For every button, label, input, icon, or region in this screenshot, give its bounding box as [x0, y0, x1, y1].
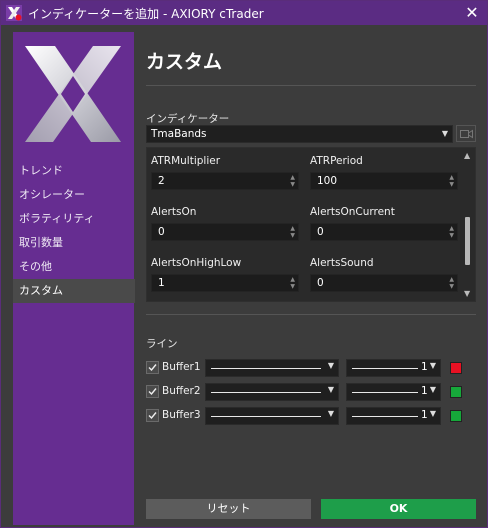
spinner-arrows-icon[interactable]: ▲ ▼	[449, 174, 454, 188]
line-style-select[interactable]: ▼	[205, 407, 339, 425]
param-label: AlertsSound	[310, 257, 374, 269]
line-style-preview	[211, 416, 321, 417]
param-alertsoncurrent-input[interactable]: 0 ▲ ▼	[310, 223, 458, 241]
line-width-preview	[352, 368, 418, 369]
param-label: ATRPeriod	[310, 155, 363, 167]
param-value: 1	[158, 277, 165, 289]
indicator-select-value: TmaBands	[151, 128, 207, 140]
param-label: AlertsOn	[151, 206, 197, 218]
buffer1-checkbox[interactable]	[146, 361, 159, 374]
buffer2-checkbox[interactable]	[146, 385, 159, 398]
chevron-down-icon: ▼	[327, 409, 334, 418]
app-logo-icon	[6, 5, 22, 21]
scroll-up-icon[interactable]: ▲	[464, 151, 470, 160]
sidebar-item-oscillator[interactable]: オシレーター	[13, 183, 134, 207]
color-swatch-red[interactable]	[450, 362, 462, 374]
category-sidebar: トレンド オシレーター ボラティリティ 取引数量 その他 カスタム	[13, 32, 135, 525]
spinner-arrows-icon[interactable]: ▲ ▼	[449, 225, 454, 239]
param-alertsonhighlow-input[interactable]: 1 ▲ ▼	[151, 274, 299, 292]
scroll-down-icon[interactable]: ▼	[464, 289, 470, 298]
line-style-select[interactable]: ▼	[205, 359, 339, 377]
chevron-down-icon: ▼	[327, 385, 334, 394]
sidebar-item-custom[interactable]: カスタム	[13, 279, 135, 303]
line-width-select[interactable]: 1 ▼	[346, 359, 441, 377]
indicator-label: インディケーター	[146, 113, 230, 125]
window-title: インディケーターを追加 - AXIORY cTrader	[28, 7, 264, 21]
camera-icon	[460, 129, 473, 139]
add-indicator-dialog: インディケーターを追加 - AXIORY cTrader ✕ トレンド オシレー…	[0, 0, 488, 528]
divider	[146, 314, 476, 315]
param-value: 0	[317, 277, 324, 289]
param-label: AlertsOnCurrent	[310, 206, 395, 218]
param-value: 100	[317, 175, 338, 187]
ok-button[interactable]: OK	[321, 499, 476, 519]
line-width-preview	[352, 392, 418, 393]
line-width-value: 1	[421, 385, 428, 397]
scrollbar-thumb[interactable]	[465, 217, 470, 265]
reset-button[interactable]: リセット	[146, 499, 311, 519]
line-style-preview	[211, 392, 321, 393]
chevron-down-icon: ▼	[327, 361, 334, 370]
spinner-arrows-icon[interactable]: ▲ ▼	[449, 276, 454, 290]
category-list: トレンド オシレーター ボラティリティ 取引数量 その他 カスタム	[13, 159, 135, 303]
param-atrperiod-input[interactable]: 100 ▲ ▼	[310, 172, 458, 190]
spinner-arrows-icon[interactable]: ▲ ▼	[290, 174, 295, 188]
chevron-down-icon: ▼	[429, 385, 436, 394]
checkmark-icon	[148, 388, 157, 396]
page-title: カスタム	[146, 51, 223, 73]
param-label: AlertsOnHighLow	[151, 257, 242, 269]
chevron-down-icon: ▼	[441, 129, 448, 138]
line-width-value: 1	[421, 361, 428, 373]
line-width-preview	[352, 416, 418, 417]
divider	[146, 85, 476, 86]
buffer-name: Buffer2	[162, 385, 201, 397]
checkmark-icon	[148, 364, 157, 372]
buffer-name: Buffer3	[162, 409, 201, 421]
line-style-preview	[211, 368, 321, 369]
param-value: 0	[158, 226, 165, 238]
param-alertson-input[interactable]: 0 ▲ ▼	[151, 223, 299, 241]
chevron-down-icon: ▼	[429, 361, 436, 370]
sidebar-item-volume[interactable]: 取引数量	[13, 231, 134, 255]
buffer-name: Buffer1	[162, 361, 201, 373]
line-width-select[interactable]: 1 ▼	[346, 407, 441, 425]
axiory-logo-icon	[25, 46, 121, 142]
indicator-select[interactable]: TmaBands ▼	[146, 125, 453, 143]
color-swatch-green[interactable]	[450, 410, 462, 422]
chevron-down-icon: ▼	[429, 409, 436, 418]
close-icon[interactable]: ✕	[457, 1, 487, 25]
param-alertssound-input[interactable]: 0 ▲ ▼	[310, 274, 458, 292]
color-swatch-green[interactable]	[450, 386, 462, 398]
param-label: ATRMultiplier	[151, 155, 221, 167]
camera-button[interactable]	[456, 125, 476, 142]
param-value: 0	[317, 226, 324, 238]
sidebar-item-other[interactable]: その他	[13, 255, 134, 279]
buffer3-checkbox[interactable]	[146, 409, 159, 422]
sidebar-item-volatility[interactable]: ボラティリティ	[13, 207, 134, 231]
title-bar: インディケーターを追加 - AXIORY cTrader ✕	[1, 1, 487, 25]
spinner-arrows-icon[interactable]: ▲ ▼	[290, 276, 295, 290]
checkmark-icon	[148, 412, 157, 420]
param-value: 2	[158, 175, 165, 187]
param-atrmultiplier-input[interactable]: 2 ▲ ▼	[151, 172, 299, 190]
params-scrollbar[interactable]: ▲ ▼	[461, 148, 475, 301]
line-style-select[interactable]: ▼	[205, 383, 339, 401]
sidebar-item-trend[interactable]: トレンド	[13, 159, 134, 183]
line-width-select[interactable]: 1 ▼	[346, 383, 441, 401]
line-width-value: 1	[421, 409, 428, 421]
spinner-arrows-icon[interactable]: ▲ ▼	[290, 225, 295, 239]
lines-label: ライン	[146, 338, 178, 350]
parameters-panel: ATRMultiplier 2 ▲ ▼ ATRPeriod 100 ▲ ▼ Aler…	[146, 147, 476, 302]
